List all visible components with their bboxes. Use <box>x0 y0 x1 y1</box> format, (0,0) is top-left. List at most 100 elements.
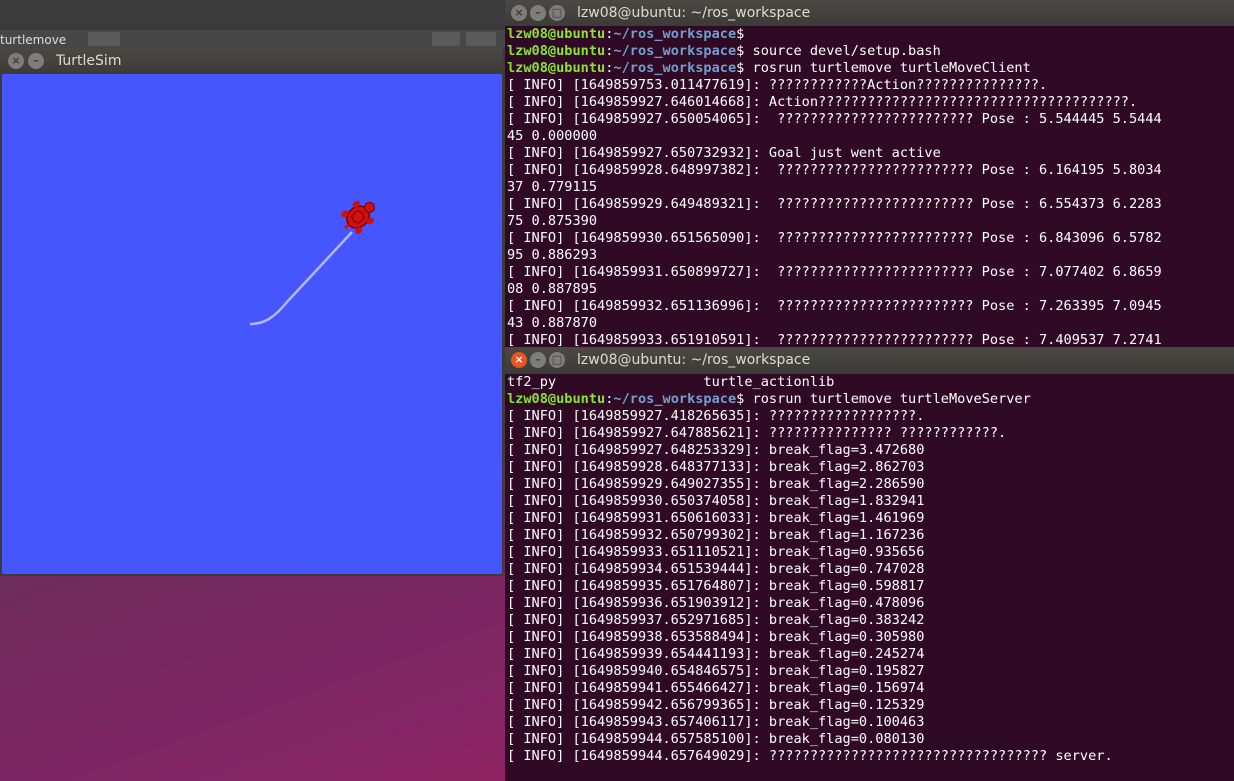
output-text: 43 0.887870 <box>507 315 598 331</box>
terminal-line: [ INFO] [1649859929.649027355]: break_fl… <box>507 476 1234 493</box>
terminal-line: tf2_py turtle_actionlib <box>507 374 1234 391</box>
output-text: [ INFO] [1649859927.648253329]: break_fl… <box>507 442 925 458</box>
terminal-line: [ INFO] [1649859936.651903912]: break_fl… <box>507 595 1234 612</box>
turtlesim-titlebar[interactable]: × – TurtleSim <box>0 48 503 74</box>
prompt-dollar: $ <box>736 26 745 42</box>
output-text: 95 0.886293 <box>507 247 598 263</box>
output-text: [ INFO] [1649859933.651910591]: ????????… <box>507 332 1162 348</box>
output-text: [ INFO] [1649859933.651110521]: break_fl… <box>507 544 925 560</box>
terminal-line: 43 0.887870 <box>507 315 1234 332</box>
terminal-line: [ INFO] [1649859942.656799365]: break_fl… <box>507 697 1234 714</box>
output-text: [ INFO] [1649859940.654846575]: break_fl… <box>507 663 925 679</box>
close-icon[interactable]: × <box>8 53 24 69</box>
output-text: [ INFO] [1649859930.650374058]: break_fl… <box>507 493 925 509</box>
output-text: [ INFO] [1649859936.651903912]: break_fl… <box>507 595 925 611</box>
terminal-client-window[interactable]: × – □ lzw08@ubuntu: ~/ros_workspace lzw0… <box>505 0 1234 348</box>
terminal-line: lzw08@ubuntu:~/ros_workspace$ rosrun tur… <box>507 391 1234 408</box>
terminal-line: [ INFO] [1649859933.651110521]: break_fl… <box>507 544 1234 561</box>
prompt-path: ~/ros_workspace <box>613 60 737 76</box>
output-text: 08 0.887895 <box>507 281 598 297</box>
window-title: lzw08@ubuntu: ~/ros_workspace <box>577 5 811 21</box>
background-window-strip: turtlemove <box>0 30 505 48</box>
background-button <box>432 32 460 46</box>
output-text: [ INFO] [1649859927.650732932]: Goal jus… <box>507 145 941 161</box>
output-text: [ INFO] [1649859935.651764807]: break_fl… <box>507 578 925 594</box>
terminal-line: [ INFO] [1649859927.650732932]: Goal jus… <box>507 145 1234 162</box>
terminal-line: [ INFO] [1649859753.011477619]: ????????… <box>507 77 1234 94</box>
terminal-line: [ INFO] [1649859944.657585100]: break_fl… <box>507 731 1234 748</box>
close-icon[interactable]: × <box>511 5 527 21</box>
window-title: lzw08@ubuntu: ~/ros_workspace <box>577 352 811 368</box>
terminal-line: lzw08@ubuntu:~/ros_workspace$ <box>507 26 1234 43</box>
minimize-icon[interactable]: – <box>530 5 546 21</box>
terminal-line: [ INFO] [1649859944.657649029]: ????????… <box>507 748 1234 765</box>
terminal-line: [ INFO] [1649859931.650899727]: ????????… <box>507 264 1234 281</box>
output-text: 37 0.779115 <box>507 179 598 195</box>
output-text: [ INFO] [1649859929.649027355]: break_fl… <box>507 476 925 492</box>
turtle-path <box>249 231 353 326</box>
prompt-path: ~/ros_workspace <box>613 43 737 59</box>
terminal-titlebar[interactable]: × – □ lzw08@ubuntu: ~/ros_workspace <box>505 347 1234 373</box>
minimize-icon[interactable]: – <box>530 352 546 368</box>
output-text: 45 0.000000 <box>507 128 598 144</box>
terminal-line: [ INFO] [1649859927.418265635]: ????????… <box>507 408 1234 425</box>
output-text: [ INFO] [1649859931.650616033]: break_fl… <box>507 510 925 526</box>
prompt-command: source devel/setup.bash <box>744 43 941 59</box>
turtlesim-window[interactable]: × – TurtleSim <box>0 48 503 576</box>
output-text: [ INFO] [1649859941.655466427]: break_fl… <box>507 680 925 696</box>
terminal-line: [ INFO] [1649859943.657406117]: break_fl… <box>507 714 1234 731</box>
terminal-line: 45 0.000000 <box>507 128 1234 145</box>
output-text: [ INFO] [1649859927.647885621]: ????????… <box>507 425 1007 441</box>
prompt-user: lzw08@ubuntu <box>507 391 606 407</box>
terminal-line: [ INFO] [1649859928.648377133]: break_fl… <box>507 459 1234 476</box>
terminal-output[interactable]: lzw08@ubuntu:~/ros_workspace$ lzw08@ubunt… <box>505 26 1234 348</box>
output-text: [ INFO] [1649859932.651136996]: ????????… <box>507 298 1162 314</box>
terminal-line: [ INFO] [1649859927.650054065]: ????????… <box>507 111 1234 128</box>
terminal-line: [ INFO] [1649859930.650374058]: break_fl… <box>507 493 1234 510</box>
terminal-line: [ INFO] [1649859928.648997382]: ????????… <box>507 162 1234 179</box>
prompt-user: lzw08@ubuntu <box>507 60 606 76</box>
maximize-icon[interactable]: □ <box>549 352 565 368</box>
prompt-user: lzw08@ubuntu <box>507 26 606 42</box>
output-text: [ INFO] [1649859927.646014668]: Action??… <box>507 94 1138 110</box>
maximize-icon[interactable]: □ <box>549 5 565 21</box>
prompt-user: lzw08@ubuntu <box>507 43 606 59</box>
terminal-line: [ INFO] [1649859940.654846575]: break_fl… <box>507 663 1234 680</box>
terminal-line: 95 0.886293 <box>507 247 1234 264</box>
terminal-output[interactable]: tf2_py turtle_actionlib lzw08@ubuntu:~/ro… <box>505 374 1234 781</box>
prompt-path: ~/ros_workspace <box>613 391 737 407</box>
close-icon[interactable]: × <box>511 352 527 368</box>
terminal-line: [ INFO] [1649859938.653588494]: break_fl… <box>507 629 1234 646</box>
output-text: [ INFO] [1649859938.653588494]: break_fl… <box>507 629 925 645</box>
desktop-wallpaper <box>0 575 505 781</box>
terminal-line: [ INFO] [1649859932.651136996]: ????????… <box>507 298 1234 315</box>
output-text: [ INFO] [1649859929.649489321]: ????????… <box>507 196 1162 212</box>
background-button <box>466 32 496 46</box>
output-text: [ INFO] [1649859931.650899727]: ????????… <box>507 264 1162 280</box>
terminal-line: [ INFO] [1649859941.655466427]: break_fl… <box>507 680 1234 697</box>
terminal-line: [ INFO] [1649859927.648253329]: break_fl… <box>507 442 1234 459</box>
terminal-server-window[interactable]: × – □ lzw08@ubuntu: ~/ros_workspace tf2_… <box>505 347 1234 781</box>
turtlesim-canvas <box>2 74 502 574</box>
output-text: [ INFO] [1649859928.648377133]: break_fl… <box>507 459 925 475</box>
terminal-line: [ INFO] [1649859930.651565090]: ????????… <box>507 230 1234 247</box>
output-text: [ INFO] [1649859932.650799302]: break_fl… <box>507 527 925 543</box>
output-text: [ INFO] [1649859934.651539444]: break_fl… <box>507 561 925 577</box>
terminal-line: [ INFO] [1649859934.651539444]: break_fl… <box>507 561 1234 578</box>
output-text: [ INFO] [1649859927.418265635]: ????????… <box>507 408 925 424</box>
output-text: [ INFO] [1649859937.652971685]: break_fl… <box>507 612 925 628</box>
terminal-line: [ INFO] [1649859929.649489321]: ????????… <box>507 196 1234 213</box>
minimize-icon[interactable]: – <box>28 53 44 69</box>
terminal-titlebar[interactable]: × – □ lzw08@ubuntu: ~/ros_workspace <box>505 0 1234 26</box>
terminal-line: lzw08@ubuntu:~/ros_workspace$ rosrun tur… <box>507 60 1234 77</box>
output-text: [ INFO] [1649859928.648997382]: ????????… <box>507 162 1162 178</box>
terminal-line: 08 0.887895 <box>507 281 1234 298</box>
background-button <box>88 32 120 46</box>
terminal-line: 75 0.875390 <box>507 213 1234 230</box>
output-text: [ INFO] [1649859753.011477619]: ????????… <box>507 77 1048 93</box>
terminal-line: [ INFO] [1649859933.651910591]: ????????… <box>507 332 1234 348</box>
terminal-line: [ INFO] [1649859931.650616033]: break_fl… <box>507 510 1234 527</box>
prompt-path: ~/ros_workspace <box>613 26 737 42</box>
turtle-icon <box>341 200 375 235</box>
terminal-line: [ INFO] [1649859935.651764807]: break_fl… <box>507 578 1234 595</box>
